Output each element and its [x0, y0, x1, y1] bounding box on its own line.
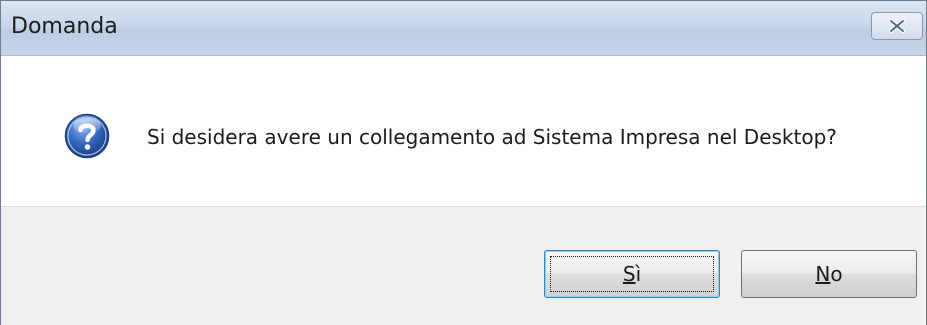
no-button[interactable]: No — [741, 250, 917, 298]
yes-button[interactable]: Sì — [544, 250, 720, 298]
dialog-title: Domanda — [11, 14, 118, 39]
dialog-button-bar: Sì No — [1, 206, 926, 325]
close-button[interactable] — [871, 12, 923, 40]
dialog-message: Si desidera avere un collegamento ad Sis… — [147, 125, 837, 149]
close-icon — [889, 19, 905, 33]
yes-button-label: ì — [635, 262, 642, 286]
yes-button-mnemonic: S — [622, 262, 636, 286]
no-button-label: o — [830, 262, 843, 286]
question-dialog: Domanda Si desidera avere un collegament… — [0, 0, 927, 325]
dialog-titlebar[interactable]: Domanda — [1, 1, 926, 56]
no-button-mnemonic: N — [815, 262, 831, 286]
dialog-content: Si desidera avere un collegamento ad Sis… — [1, 56, 926, 206]
question-icon — [64, 113, 110, 159]
